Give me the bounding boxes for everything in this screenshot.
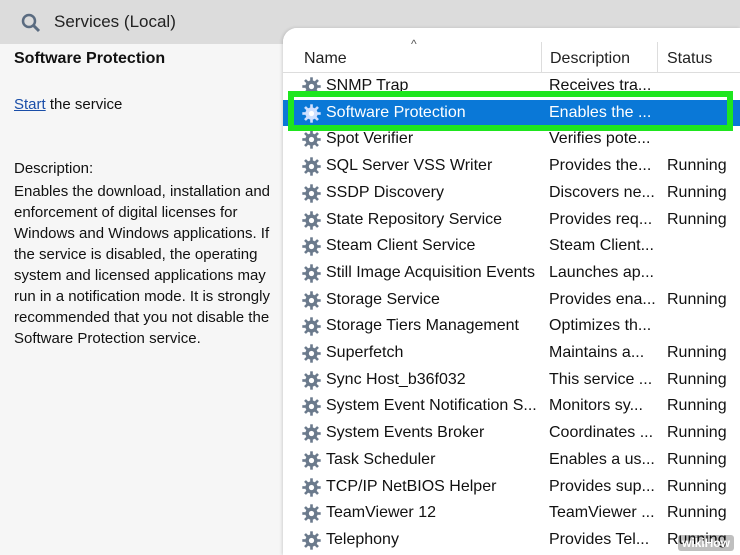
gear-icon — [301, 343, 322, 364]
services-search-icon — [21, 13, 41, 33]
service-name: TeamViewer 12 — [326, 504, 436, 522]
description-pane: Software Protection Start the service De… — [0, 44, 295, 555]
gear-icon — [301, 183, 322, 204]
service-row[interactable]: System Events Broker Coordinates ... Runni… — [283, 420, 740, 447]
service-name: SSDP Discovery — [326, 183, 444, 201]
gear-icon — [301, 370, 322, 391]
service-row[interactable]: Storage Service Provides ena... Running — [283, 287, 740, 314]
selected-service-name: Software Protection — [14, 50, 166, 67]
service-row[interactable]: Superfetch Maintains a... Running — [283, 340, 740, 367]
service-row[interactable]: Task Scheduler Enables a us... Running — [283, 447, 740, 474]
list-header: ^ Name Description Status — [283, 28, 740, 73]
service-name: Task Scheduler — [326, 450, 436, 468]
service-name: Superfetch — [326, 344, 404, 361]
service-row[interactable]: TeamViewer 12 TeamViewer ... Running — [283, 500, 740, 527]
service-description: Coordinates ... — [549, 424, 654, 442]
gear-icon — [301, 210, 322, 231]
service-description: Provides ena... — [549, 290, 655, 308]
gear-icon — [301, 423, 322, 444]
gear-icon — [301, 156, 322, 177]
start-service-link[interactable]: Start — [14, 96, 46, 113]
service-status: Running — [667, 183, 727, 201]
service-description: Discovers ne... — [549, 183, 655, 201]
service-name: Sync Host_b36f032 — [326, 370, 466, 388]
gear-icon — [301, 503, 322, 524]
service-name: Storage Tiers Management — [326, 317, 519, 335]
service-row[interactable]: Steam Client Service Steam Client... — [283, 233, 740, 260]
service-description: Provides sup... — [549, 477, 655, 495]
service-status: Running — [667, 397, 727, 415]
service-name: System Event Notification S... — [326, 397, 537, 415]
service-description: Optimizes th... — [549, 317, 652, 335]
service-action: Start the service — [14, 96, 122, 113]
gear-icon — [301, 450, 322, 471]
service-status: Running — [667, 424, 727, 442]
service-description: Launches ap... — [549, 263, 654, 281]
service-row[interactable]: System Event Notification S... Monitors s… — [283, 393, 740, 420]
service-name: Steam Client Service — [326, 237, 476, 255]
service-name: Spot Verifier — [326, 130, 414, 148]
service-description: Steam Client... — [549, 237, 654, 255]
service-description: Monitors sy... — [549, 397, 643, 415]
gear-icon — [301, 236, 322, 257]
service-row[interactable]: SSDP Discovery Discovers ne... Running — [283, 180, 740, 207]
service-description: TeamViewer ... — [549, 504, 655, 522]
service-description: Provides the... — [549, 157, 652, 175]
service-description: Provides req... — [549, 210, 653, 228]
service-name: Telephony — [326, 530, 399, 548]
service-status: Running — [667, 157, 727, 175]
service-row[interactable]: Storage Tiers Management Optimizes th... — [283, 313, 740, 340]
service-status: Running — [667, 290, 727, 308]
gear-icon — [301, 396, 322, 417]
service-status: Running — [667, 477, 727, 495]
service-name: Storage Service — [326, 290, 440, 308]
column-header-description[interactable]: Description — [550, 50, 630, 68]
service-status: Running — [667, 504, 727, 522]
services-list[interactable]: ^ Name Description Status SNMP Trap Recei… — [283, 28, 740, 555]
sort-ascending-icon: ^ — [411, 37, 417, 51]
start-service-suffix: the service — [45, 96, 123, 113]
service-status: Running — [667, 210, 727, 228]
gear-icon — [301, 290, 322, 311]
column-header-name[interactable]: Name — [304, 50, 347, 68]
gear-icon — [301, 129, 322, 150]
service-description: Maintains a... — [549, 344, 645, 361]
service-name: TCP/IP NetBIOS Helper — [326, 477, 497, 495]
service-name: State Repository Service — [326, 210, 503, 228]
column-separator[interactable] — [657, 42, 658, 72]
service-description: Enables a us... — [549, 450, 655, 468]
service-name: System Events Broker — [326, 424, 485, 442]
service-row[interactable]: State Repository Service Provides req... R… — [283, 207, 740, 234]
service-description: Provides Tel... — [549, 530, 650, 548]
window-title: Services (Local) — [54, 12, 176, 31]
gear-icon — [301, 530, 322, 551]
gear-icon — [301, 477, 322, 498]
service-name: SQL Server VSS Writer — [326, 157, 493, 175]
service-row[interactable]: SQL Server VSS Writer Provides the... Runn… — [283, 153, 740, 180]
service-row[interactable]: Sync Host_b36f032 This service ... Running — [283, 367, 740, 394]
gear-icon — [301, 316, 322, 337]
column-separator[interactable] — [541, 42, 542, 72]
service-description: This service ... — [549, 370, 653, 388]
service-row[interactable]: Still Image Acquisition Events Launches a… — [283, 260, 740, 287]
description-text: Enables the download, installation and e… — [14, 183, 271, 347]
selection-highlight-box — [288, 91, 733, 131]
service-row[interactable]: Telephony Provides Tel... Running — [283, 527, 740, 554]
description-label: Description: — [14, 160, 94, 177]
service-row[interactable]: TCP/IP NetBIOS Helper Provides sup... Runn… — [283, 474, 740, 501]
service-status: Running — [667, 450, 727, 468]
service-description: Verifies pote... — [549, 130, 651, 148]
service-name: Still Image Acquisition Events — [326, 263, 535, 281]
service-status: Running — [667, 370, 727, 388]
service-status: Running — [667, 344, 727, 361]
watermark: wikiHow — [677, 535, 734, 551]
column-header-status[interactable]: Status — [667, 50, 712, 68]
gear-icon — [301, 263, 322, 284]
